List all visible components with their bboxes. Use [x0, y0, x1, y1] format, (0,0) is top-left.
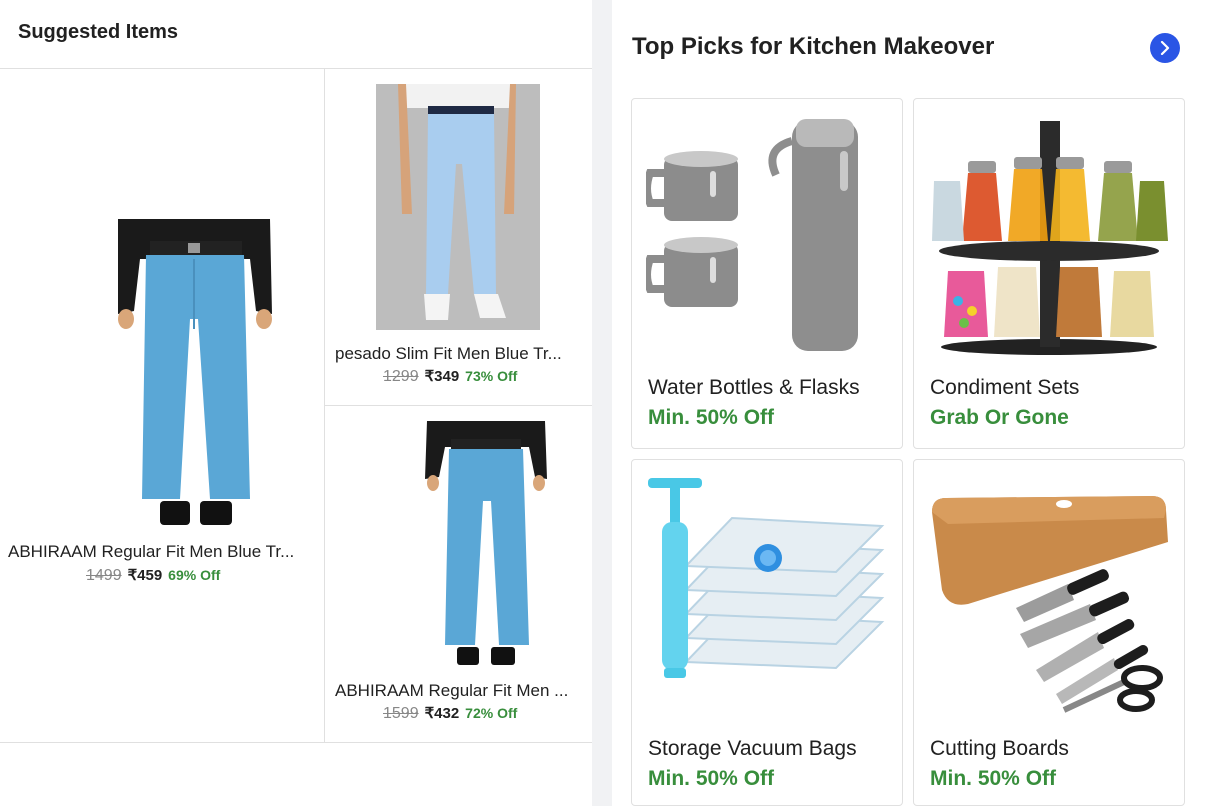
category-card[interactable]: Water Bottles & Flasks Min. 50% Off	[631, 98, 903, 449]
vacuum-bags-image	[648, 478, 885, 678]
cutting-board-image	[932, 496, 1168, 713]
product-card[interactable]: ABHIRAAM Regular Fit Men ... 1599 ₹432 7…	[325, 406, 592, 742]
chevron-right-icon	[1160, 41, 1170, 55]
product-name[interactable]: ABHIRAAM Regular Fit Men Blue Tr...	[8, 542, 318, 562]
category-label: Cutting Boards	[930, 737, 1069, 760]
product-card[interactable]: pesado Slim Fit Men Blue Tr... 1299 ₹349…	[325, 69, 592, 405]
suggested-items-title: Suggested Items	[18, 21, 179, 43]
top-picks-title: Top Picks for Kitchen Makeover	[632, 33, 995, 60]
bottom-divider	[0, 742, 592, 743]
product-image	[118, 219, 272, 525]
product-discount: 69% Off	[168, 567, 221, 583]
category-offer: Grab Or Gone	[930, 406, 1069, 429]
category-label: Condiment Sets	[930, 376, 1080, 399]
category-card[interactable]: Condiment Sets Grab Or Gone	[913, 98, 1185, 449]
top-picks-panel: Top Picks for Kitchen Makeover Water Bot	[612, 0, 1205, 806]
product-image	[425, 421, 547, 665]
product-name[interactable]: pesado Slim Fit Men Blue Tr...	[335, 344, 585, 364]
product-price: ₹349	[424, 368, 460, 385]
product-card[interactable]: ABHIRAAM Regular Fit Men Blue Tr... 1499…	[0, 69, 324, 742]
product-mrp: 1499	[86, 567, 122, 584]
suggested-items-panel: Suggested Items ABHIRAAM Regular Fit Men…	[0, 0, 592, 806]
product-price: ₹459	[127, 567, 163, 584]
product-price: ₹432	[424, 705, 460, 722]
spice-rack-image	[932, 121, 1168, 355]
category-offer: Min. 50% Off	[648, 767, 775, 790]
category-card[interactable]: Cutting Boards Min. 50% Off	[913, 459, 1185, 806]
product-mrp: 1299	[383, 368, 419, 385]
product-prices: 1499 ₹459 69% Off	[86, 566, 220, 585]
category-label: Storage Vacuum Bags	[648, 737, 857, 760]
category-label: Water Bottles & Flasks	[648, 376, 860, 399]
category-offer: Min. 50% Off	[930, 767, 1057, 790]
product-mrp: 1599	[383, 705, 419, 722]
product-prices: 1599 ₹432 72% Off	[383, 704, 517, 723]
product-name[interactable]: ABHIRAAM Regular Fit Men ...	[335, 681, 585, 701]
product-prices: 1299 ₹349 73% Off	[383, 367, 517, 386]
flask-set-image	[646, 119, 858, 351]
category-offer: Min. 50% Off	[648, 406, 775, 429]
category-card[interactable]: Storage Vacuum Bags Min. 50% Off	[631, 459, 903, 806]
product-image	[376, 84, 540, 330]
next-arrow-button[interactable]	[1150, 33, 1180, 63]
product-discount: 73% Off	[465, 368, 518, 384]
product-discount: 72% Off	[465, 705, 518, 721]
